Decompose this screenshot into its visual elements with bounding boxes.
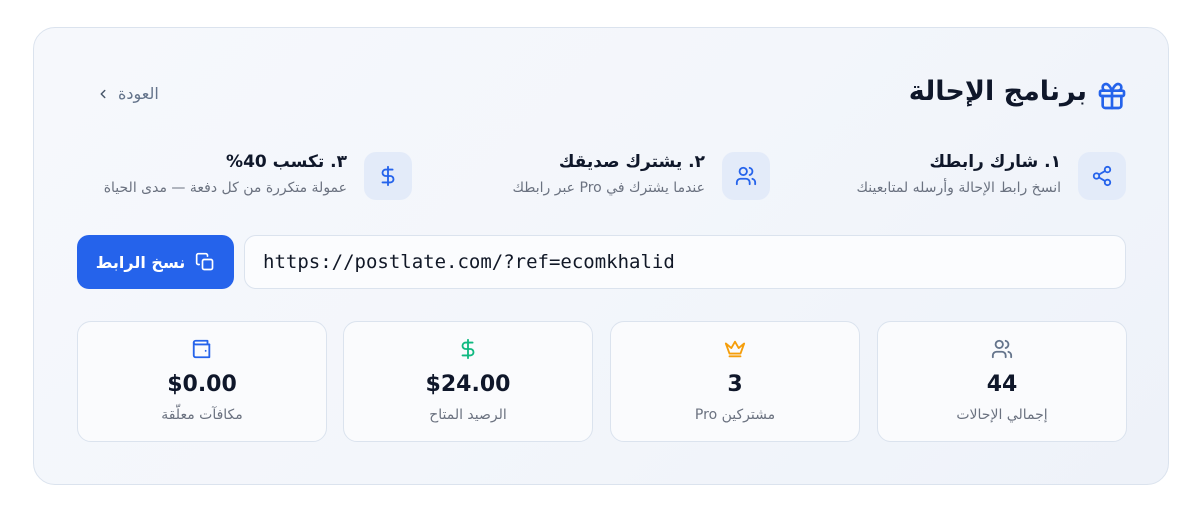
users-icon [735, 165, 757, 187]
step-share: ١. شارك رابطك انسخ رابط الإحالة وأرسله ل… [856, 152, 1061, 196]
crown-icon [724, 338, 746, 362]
copy-icon [195, 252, 215, 272]
back-label: العودة [118, 84, 159, 103]
wallet-icon [191, 338, 213, 362]
back-button[interactable]: العودة [96, 84, 159, 103]
stat-available-balance: $24.00 الرصيد المتاح [343, 321, 593, 442]
stat-value: 44 [986, 372, 1018, 397]
share-icon [1091, 165, 1113, 187]
step-description: عمولة متكررة من كل دفعة — مدى الحياة [103, 180, 347, 196]
stat-value: 3 [727, 372, 743, 397]
step-title: ٣. تكسب 40% [226, 152, 347, 172]
step-earn: ٣. تكسب 40% عمولة متكررة من كل دفعة — مد… [104, 152, 347, 196]
dollar-icon [377, 165, 399, 187]
stat-label: مشتركين Pro [694, 407, 776, 423]
stat-total-referrals: 44 إجمالي الإحالات [877, 321, 1127, 442]
copy-link-button[interactable]: نسخ الرابط [77, 235, 234, 289]
stat-label: إجمالي الإحالات [956, 407, 1048, 423]
gift-icon [1096, 80, 1128, 112]
dollar-icon-box [364, 152, 412, 200]
stat-label: الرصيد المتاح [429, 407, 507, 423]
stat-value: $0.00 [167, 372, 237, 397]
stat-pro-subscribers: 3 مشتركين Pro [610, 321, 860, 442]
copy-link-label: نسخ الرابط [95, 252, 186, 272]
referral-link-text: https://postlate.com/?ref=ecomkhalid [263, 251, 675, 273]
page-title: برنامج الإحالة [908, 76, 1087, 107]
stat-pending-rewards: $0.00 مكافآت معلّقة [77, 321, 327, 442]
step-title: ٢. يشترك صديقك [558, 152, 705, 172]
referral-link-field[interactable]: https://postlate.com/?ref=ecomkhalid [244, 235, 1126, 289]
step-title: ١. شارك رابطك [929, 152, 1061, 172]
users-icon [991, 338, 1013, 362]
share-icon-box [1078, 152, 1126, 200]
stat-value: $24.00 [425, 372, 511, 397]
dollar-icon [457, 338, 479, 362]
step-description: انسخ رابط الإحالة وأرسله لمتابعينك [856, 180, 1061, 196]
users-icon-box [722, 152, 770, 200]
stat-label: مكافآت معلّقة [161, 407, 243, 423]
step-subscribe: ٢. يشترك صديقك عندما يشترك في Pro عبر را… [512, 152, 705, 196]
step-description: عندما يشترك في Pro عبر رابطك [512, 180, 705, 196]
referral-program-card: برنامج الإحالة العودة ١. شارك رابطك انسخ… [33, 27, 1169, 485]
chevron-left-icon [96, 87, 110, 101]
